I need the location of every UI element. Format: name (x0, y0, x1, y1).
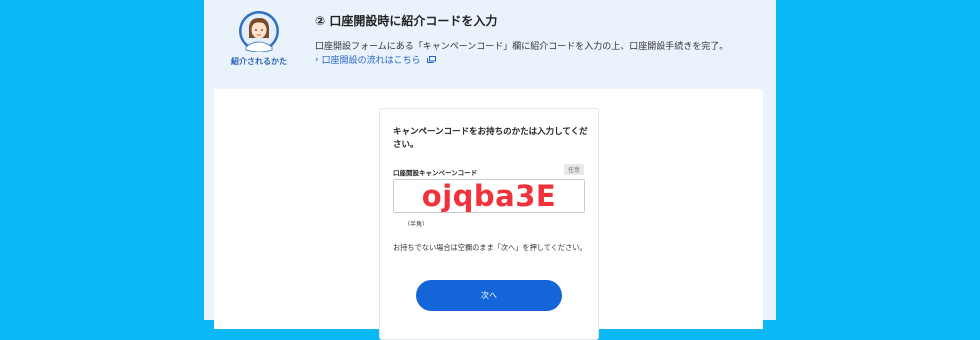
person-avatar-icon (239, 11, 279, 52)
avatar-caption: 紹介されるかた (231, 57, 287, 66)
half-width-note: （半角） (404, 221, 429, 228)
campaign-code-card: キャンペーンコードをお持ちのかたは入力してください。 口座開設キャンペーンコード… (379, 108, 599, 340)
campaign-code-input[interactable]: ojqba3E (393, 179, 585, 213)
campaign-code-label: 口座開設キャンペーンコード (393, 169, 478, 177)
next-button[interactable]: 次へ (416, 280, 562, 311)
referral-code-text: ojqba3E (421, 179, 557, 213)
step-title: ② 口座開設時に紹介コードを入力 (315, 14, 498, 28)
form-panel: キャンペーンコードをお持ちのかたは入力してください。 口座開設キャンペーンコード… (214, 89, 763, 340)
flow-link-label: 口座開設の流れはこちら (321, 56, 421, 66)
empty-field-instruction: お持ちでない場合は空欄のまま「次へ」を押してください。 (393, 243, 587, 252)
referral-step-frame: 紹介されるかた ② 口座開設時に紹介コードを入力 口座開設フォームにある「キャン… (204, 0, 776, 340)
step-description: 口座開設フォームにある「キャンペーンコード」欄に紹介コードを入力の上、口座開設手… (315, 42, 729, 52)
card-heading: キャンペーンコードをお持ちのかたは入力してください。 (393, 127, 588, 150)
chevron-right-icon: › (315, 54, 319, 65)
external-window-icon (426, 56, 436, 63)
optional-badge: 任意 (563, 164, 584, 175)
account-opening-flow-link[interactable]: › 口座開設の流れはこちら (315, 53, 436, 66)
